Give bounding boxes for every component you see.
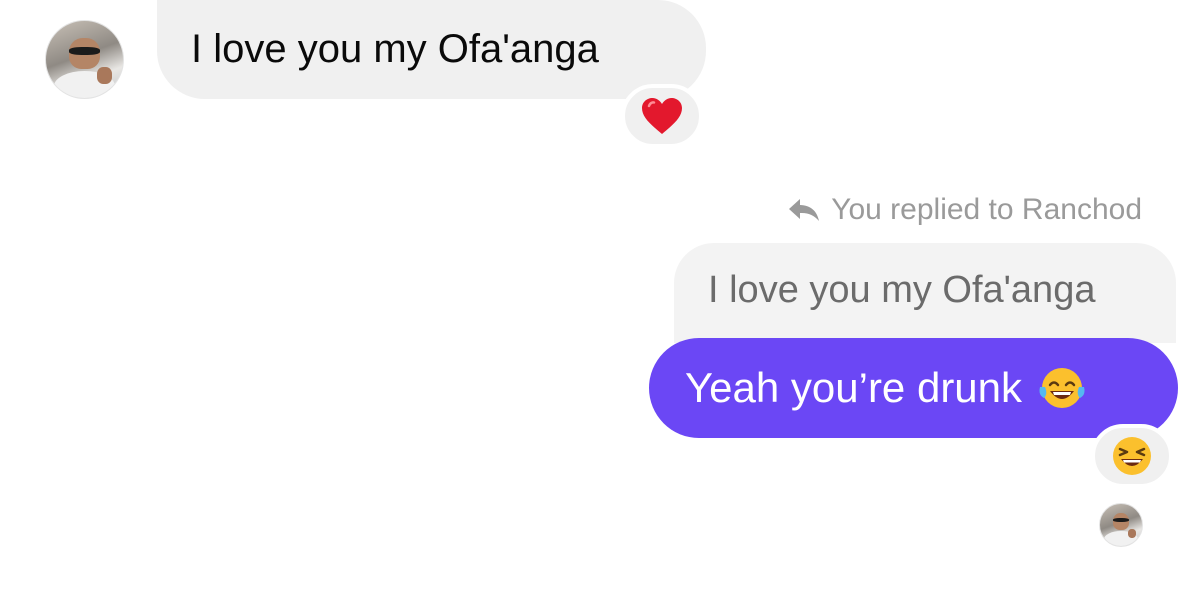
avatar-hand [96, 67, 113, 85]
read-receipt-avatar [1099, 503, 1143, 547]
incoming-message-bubble[interactable]: I love you my Ofa'anga [157, 0, 706, 99]
sender-avatar[interactable] [45, 20, 124, 99]
chat-thread: I love you my Ofa'anga You replied to Ra… [0, 0, 1200, 602]
avatar-hand [1127, 529, 1137, 539]
incoming-reaction-badge[interactable] [621, 84, 703, 148]
quoted-message-text: I love you my Ofa'anga [708, 269, 1096, 311]
tears-of-joy-icon [1039, 368, 1085, 408]
reply-context-header: You replied to Ranchod [787, 190, 1142, 230]
avatar-glasses [69, 47, 100, 55]
reply-header-text: You replied to Ranchod [831, 193, 1142, 226]
heart-icon [642, 98, 682, 134]
outgoing-message-text: Yeah you’re drunk [685, 364, 1023, 411]
incoming-message-text: I love you my Ofa'anga [191, 27, 599, 71]
laughing-face-icon [1113, 437, 1151, 475]
outgoing-message-bubble[interactable]: Yeah you’re drunk [649, 338, 1178, 438]
reply-arrow-icon [789, 199, 820, 221]
quoted-message-bubble[interactable]: I love you my Ofa'anga [674, 243, 1176, 343]
outgoing-reaction-badge[interactable] [1091, 424, 1173, 488]
